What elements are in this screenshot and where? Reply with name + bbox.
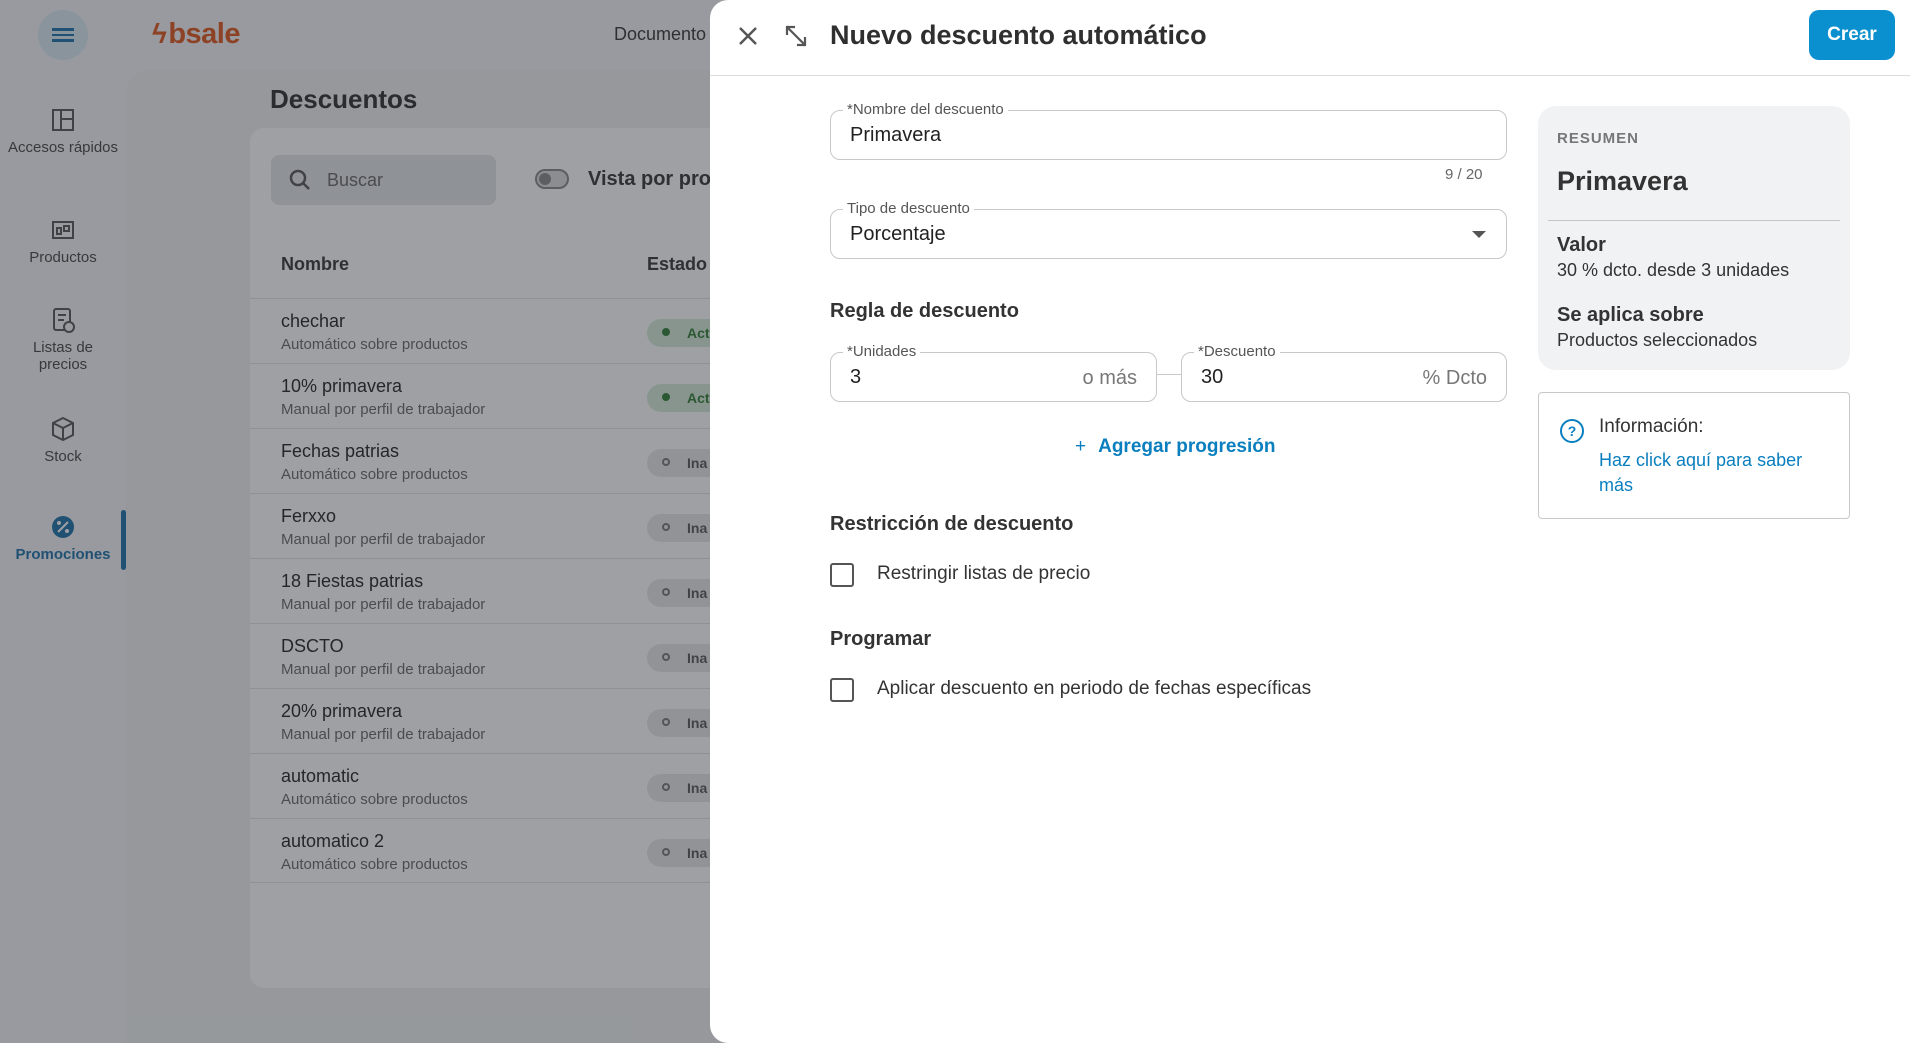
add-progression-link[interactable]: + Agregar progresión <box>1075 436 1275 458</box>
summary-panel: RESUMEN Primavera Valor 30 % dcto. desde… <box>1538 106 1850 370</box>
summary-applies-label: Se aplica sobre <box>1557 304 1704 326</box>
help-icon: ? <box>1560 419 1584 443</box>
schedule-dates-checkbox[interactable] <box>830 678 854 702</box>
field-value: Primavera <box>850 124 942 146</box>
summary-name: Primavera <box>1557 166 1688 196</box>
expand-button[interactable] <box>778 18 814 54</box>
plus-icon: + <box>1075 436 1087 457</box>
field-label: Tipo de descuento <box>843 200 974 217</box>
field-suffix: % Dcto <box>1422 367 1487 389</box>
character-counter: 9 / 20 <box>1445 166 1483 183</box>
expand-icon <box>785 25 807 47</box>
field-value: 30 <box>1201 366 1224 388</box>
restriction-section-title: Restricción de descuento <box>830 513 1074 535</box>
info-box: ? Información: Haz click aquí para saber… <box>1538 392 1850 519</box>
summary-value-text: 30 % dcto. desde 3 unidades <box>1557 260 1790 280</box>
summary-applies-text: Productos seleccionados <box>1557 330 1758 350</box>
field-label: *Unidades <box>843 343 921 360</box>
units-field[interactable]: *Unidades 3 o más <box>830 343 1157 402</box>
close-icon <box>739 27 757 45</box>
learn-more-link[interactable]: Haz click aquí para saber más <box>1599 448 1829 498</box>
new-discount-drawer: Nuevo descuento automático Crear *Nombre… <box>710 0 1910 1043</box>
info-title: Información: <box>1599 416 1704 437</box>
create-button[interactable]: Crear <box>1809 10 1895 60</box>
restrict-price-lists-checkbox[interactable] <box>830 563 854 587</box>
summary-divider <box>1548 220 1840 221</box>
svg-text:?: ? <box>1568 423 1577 439</box>
field-value: 3 <box>850 366 862 388</box>
add-progression-label: Agregar progresión <box>1098 436 1276 457</box>
schedule-dates-label[interactable]: Aplicar descuento en periodo de fechas e… <box>877 678 1311 700</box>
discount-type-select[interactable]: Tipo de descuento Porcentaje <box>830 200 1507 259</box>
discount-name-field[interactable]: *Nombre del descuento Primavera <box>830 101 1507 160</box>
field-suffix: o más <box>1082 367 1137 389</box>
summary-value-label: Valor <box>1557 234 1606 256</box>
dropdown-caret-icon <box>1472 231 1486 238</box>
drawer-header: Nuevo descuento automático Crear <box>710 0 1910 76</box>
field-connector <box>1157 374 1181 375</box>
field-label: *Nombre del descuento <box>843 101 1008 118</box>
close-button[interactable] <box>730 18 766 54</box>
restrict-price-lists-label[interactable]: Restringir listas de precio <box>877 563 1090 585</box>
discount-percent-field[interactable]: *Descuento 30 % Dcto <box>1181 343 1507 402</box>
schedule-section-title: Programar <box>830 628 932 650</box>
summary-caption: RESUMEN <box>1557 130 1640 147</box>
field-label: *Descuento <box>1194 343 1280 360</box>
drawer-title: Nuevo descuento automático <box>830 20 1207 50</box>
rule-section-title: Regla de descuento <box>830 300 1019 322</box>
field-value: Porcentaje <box>850 223 946 245</box>
